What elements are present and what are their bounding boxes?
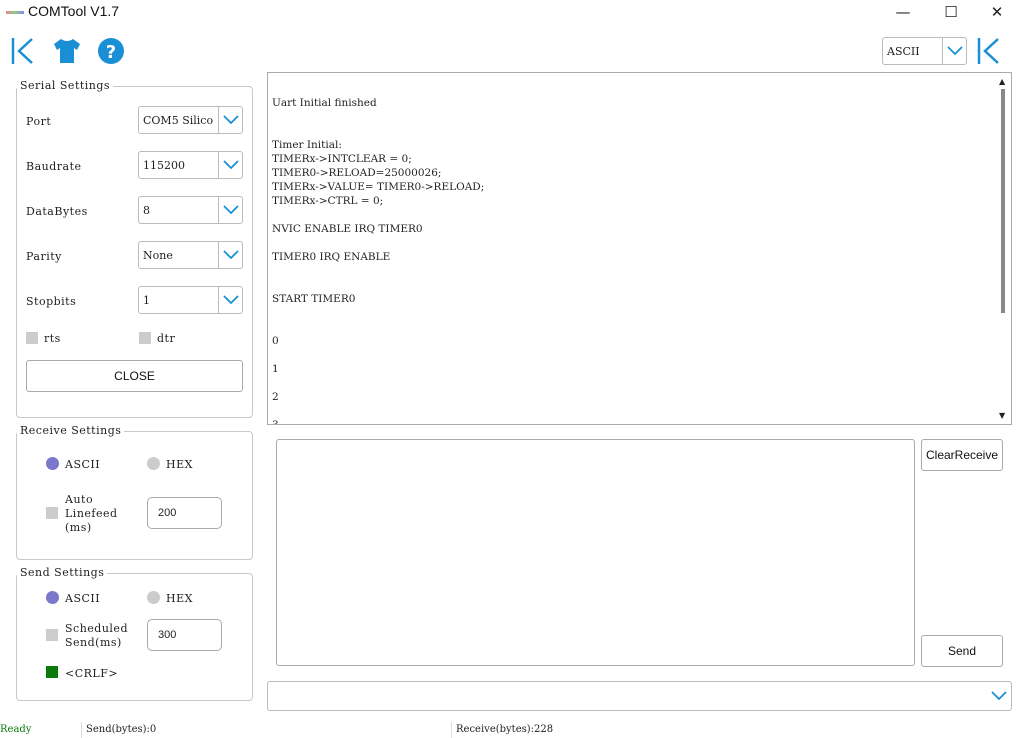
receive-line xyxy=(268,208,1011,222)
receive-ascii-radio[interactable] xyxy=(46,457,59,470)
receive-line xyxy=(268,82,1011,96)
receive-line: START TIMER0 xyxy=(272,293,356,305)
receive-settings-group xyxy=(16,431,253,560)
app-logo xyxy=(6,11,24,14)
collapse-left-icon[interactable] xyxy=(10,36,36,66)
send-settings-title: Send Settings xyxy=(17,566,108,579)
receive-hex-label: HEX xyxy=(166,458,193,471)
chevron-down-icon xyxy=(942,38,966,64)
help-icon[interactable]: ? xyxy=(97,37,125,65)
receive-line: TIMERx->CTRL = 0; xyxy=(272,195,384,207)
scroll-down-icon[interactable]: ▼ xyxy=(999,411,1005,420)
serial-field-value: 115200 xyxy=(143,158,185,172)
serial-field-label: DataBytes xyxy=(26,205,88,218)
scroll-up-icon[interactable]: ▲ xyxy=(999,77,1005,86)
status-divider xyxy=(451,722,452,738)
close-port-button[interactable]: CLOSE xyxy=(26,360,243,392)
serial-field-label: Stopbits xyxy=(26,295,77,308)
receive-line: Timer Initial: xyxy=(272,139,342,151)
receive-line xyxy=(268,264,1011,278)
serial-field-select[interactable]: 8 xyxy=(138,196,243,224)
receive-line xyxy=(268,348,1011,362)
receive-line: Uart Initial finished xyxy=(272,97,377,109)
crlf-label: <CRLF> xyxy=(65,667,119,680)
serial-field-label: Baudrate xyxy=(26,160,82,173)
serial-field-value: 1 xyxy=(143,293,150,307)
serial-field-value: None xyxy=(143,248,173,262)
serial-field-label: Parity xyxy=(26,250,62,263)
chevron-down-icon xyxy=(218,287,242,313)
status-send-bytes: Send(bytes):0 xyxy=(86,724,157,735)
clear-receive-button[interactable]: ClearReceive xyxy=(921,439,1003,471)
window-title: COMTool V1.7 xyxy=(28,3,120,19)
auto-linefeed-checkbox[interactable] xyxy=(46,507,58,519)
send-ascii-radio[interactable] xyxy=(46,591,59,604)
status-ready: Ready xyxy=(0,724,32,735)
chevron-down-icon xyxy=(218,197,242,223)
receive-line xyxy=(268,404,1011,418)
rts-checkbox[interactable] xyxy=(26,332,38,344)
receive-textarea[interactable]: Uart Initial finished Timer Initial: TIMER… xyxy=(267,72,1012,425)
receive-line xyxy=(268,376,1011,390)
maximize-button[interactable]: ☐ xyxy=(928,0,974,24)
rts-label: rts xyxy=(44,332,61,345)
svg-text:?: ? xyxy=(106,42,116,63)
linefeed-ms-input[interactable]: 200 xyxy=(147,497,222,529)
serial-field-select[interactable]: 1 xyxy=(138,286,243,314)
serial-field-select[interactable]: None xyxy=(138,241,243,269)
receive-line: TIMERx->INTCLEAR = 0; xyxy=(272,153,412,165)
receive-scrollbar[interactable]: ▲ ▼ xyxy=(995,73,1011,424)
dtr-checkbox[interactable] xyxy=(139,332,151,344)
receive-line: NVIC ENABLE IRQ TIMER0 xyxy=(272,223,423,235)
receive-line xyxy=(268,236,1011,250)
serial-field-select[interactable]: COM5 Silico xyxy=(138,106,243,134)
scheduled-send-label: Scheduled Send(ms) xyxy=(65,622,128,649)
serial-field-label: Port xyxy=(26,115,52,128)
encoding-value: ASCII xyxy=(887,44,920,58)
serial-settings-title: Serial Settings xyxy=(17,79,114,92)
send-hex-label: HEX xyxy=(166,592,193,605)
crlf-checkbox[interactable] xyxy=(46,666,58,678)
send-history-select[interactable] xyxy=(267,681,1012,711)
receive-line xyxy=(268,110,1011,124)
receive-line: 2 xyxy=(272,391,279,403)
serial-field-select[interactable]: 115200 xyxy=(138,151,243,179)
receive-hex-radio[interactable] xyxy=(147,457,160,470)
receive-ascii-label: ASCII xyxy=(65,458,101,471)
chevron-down-icon xyxy=(987,682,1011,710)
scheduled-ms-input[interactable]: 300 xyxy=(147,619,222,651)
receive-line xyxy=(268,306,1011,320)
scheduled-send-checkbox[interactable] xyxy=(46,629,58,641)
send-button[interactable]: Send xyxy=(921,635,1003,667)
dtr-label: dtr xyxy=(157,332,176,345)
collapse-right-icon[interactable] xyxy=(976,36,1002,66)
status-divider xyxy=(81,722,82,738)
receive-line: 0 xyxy=(272,335,279,347)
send-hex-radio[interactable] xyxy=(147,591,160,604)
close-window-button[interactable]: ✕ xyxy=(974,0,1019,24)
chevron-down-icon xyxy=(218,107,242,133)
status-receive-bytes: Receive(bytes):228 xyxy=(456,724,554,735)
receive-line: TIMER0->RELOAD=25000026; xyxy=(272,167,442,179)
serial-field-value: 8 xyxy=(143,203,150,217)
receive-line: TIMER0 IRQ ENABLE xyxy=(272,251,391,263)
chevron-down-icon xyxy=(218,242,242,268)
auto-linefeed-label: Auto Linefeed (ms) xyxy=(65,493,118,534)
receive-settings-title: Receive Settings xyxy=(17,424,125,437)
receive-line: 3 xyxy=(268,418,1011,424)
receive-line: TIMERx->VALUE= TIMER0->RELOAD; xyxy=(272,181,485,193)
send-textarea[interactable] xyxy=(276,439,915,666)
scroll-thumb[interactable] xyxy=(1001,89,1005,313)
receive-line xyxy=(268,124,1011,138)
chevron-down-icon xyxy=(218,152,242,178)
receive-line xyxy=(268,320,1011,334)
minimize-button[interactable]: — xyxy=(880,0,926,24)
receive-line xyxy=(268,278,1011,292)
serial-field-value: COM5 Silico xyxy=(143,113,214,127)
receive-line: 1 xyxy=(272,363,279,375)
skin-shirt-icon[interactable] xyxy=(52,38,82,64)
send-ascii-label: ASCII xyxy=(65,592,101,605)
encoding-select[interactable]: ASCII xyxy=(882,37,967,65)
